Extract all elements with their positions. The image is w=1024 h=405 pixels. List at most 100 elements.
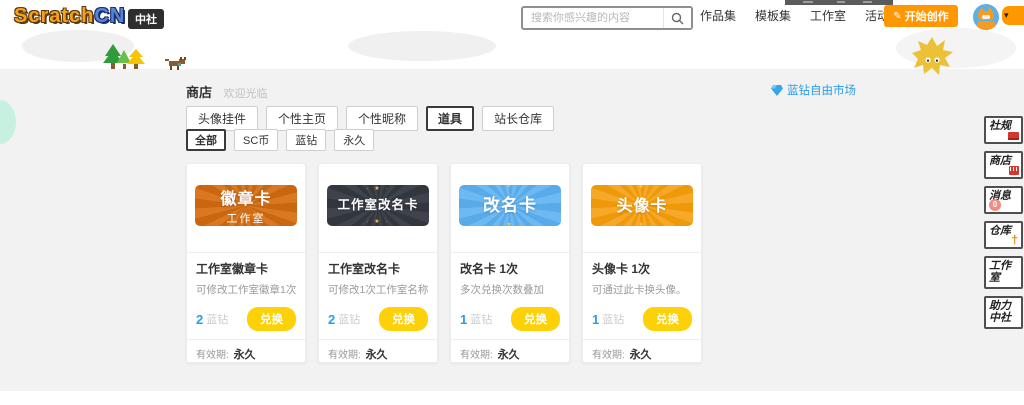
price-row: 2 蓝钻 兑换 [187, 307, 305, 331]
sidebar-item-shop[interactable]: 商店 [984, 151, 1023, 179]
stars-decoration [631, 222, 654, 227]
redeem-button[interactable]: 兑换 [379, 307, 428, 331]
footer-strip [0, 391, 1024, 405]
search-input[interactable] [523, 12, 663, 24]
product-image-title: 头像卡 [616, 197, 668, 215]
price-value: 2 [328, 311, 336, 327]
cat-muzzle [982, 15, 990, 19]
price-currency: 蓝钻 [602, 314, 625, 326]
price-currency: 蓝钻 [338, 314, 361, 326]
top-navigation: 作品集 模板集 工作室 活动 [700, 4, 889, 26]
main-content: 商店 欢迎光临 蓝钻自由市场 头像挂件 个性主页 个性昵称 道具 站长仓库 全部… [0, 69, 1024, 391]
price-row: 1 蓝钻 兑换 [451, 307, 569, 331]
product-title: 头像卡 1次 [592, 262, 651, 276]
product-card: 徽章卡 工作室 工作室徽章卡 可修改工作室徽章1次 2 蓝钻 兑换 有效期: 永… [186, 163, 306, 363]
validity-row: 有效期: 永久 [187, 339, 305, 362]
stars-decoration [499, 222, 522, 226]
sidebar-item-label: 仓库 [989, 225, 1011, 237]
logo-badge: 中社 [128, 9, 164, 29]
cloud-decoration [348, 31, 496, 61]
message-count-badge: 0 [989, 199, 1001, 211]
search-button[interactable] [663, 8, 691, 28]
nav-item-portfolio[interactable]: 作品集 [700, 7, 736, 24]
diamond-icon [771, 84, 783, 96]
product-image[interactable]: 工作室改名卡 [327, 185, 429, 226]
search-icon [671, 12, 684, 24]
filter-all[interactable]: 全部 [186, 129, 226, 151]
product-grid: 徽章卡 工作室 工作室徽章卡 可修改工作室徽章1次 2 蓝钻 兑换 有效期: 永… [186, 163, 702, 363]
nav-item-templates[interactable]: 模板集 [755, 7, 791, 24]
key-icon [1011, 234, 1018, 246]
search-box [521, 6, 693, 30]
product-title: 工作室改名卡 [328, 262, 401, 276]
product-card: 头像卡 头像卡 1次 可通过此卡换头像。 1 蓝钻 兑换 有效期: 永久 [582, 163, 702, 363]
trees-decoration [103, 44, 145, 69]
sidebar-item-studio[interactable]: 工作室 [984, 256, 1023, 289]
redeem-button[interactable]: 兑换 [643, 307, 692, 331]
stars-decoration [631, 185, 654, 190]
dropdown-sliver-decoration [785, 0, 893, 5]
gobo-mascot [912, 37, 953, 75]
tab-props[interactable]: 道具 [426, 106, 475, 131]
shop-header: 商店 欢迎光临 [186, 82, 267, 102]
stars-decoration [367, 186, 390, 192]
product-title: 工作室徽章卡 [196, 262, 269, 276]
blue-diamond-market-link[interactable]: 蓝钻自由市场 [771, 82, 856, 98]
sidebar-item-warehouse[interactable]: 仓库 [984, 221, 1023, 249]
tab-admin-warehouse[interactable]: 站长仓库 [482, 106, 555, 131]
validity-label: 有效期: [460, 350, 493, 361]
category-tabs: 头像挂件 个性主页 个性昵称 道具 站长仓库 [186, 106, 555, 131]
tab-profile-page[interactable]: 个性主页 [266, 106, 339, 131]
product-image[interactable]: 改名卡 [459, 185, 561, 226]
product-card: 工作室改名卡 工作室改名卡 可修改1次工作室名称 2 蓝钻 兑换 有效期: 永久 [318, 163, 438, 363]
product-description: 多次兑换次数叠加 [460, 284, 544, 296]
sidebar-item-rules[interactable]: 社规 [984, 116, 1023, 144]
sidebar-item-label: 助力中社 [989, 300, 1011, 324]
product-image[interactable]: 头像卡 [591, 185, 693, 226]
filter-permanent[interactable]: 永久 [334, 129, 375, 151]
tab-avatar-pendant[interactable]: 头像挂件 [186, 106, 259, 131]
market-link-label: 蓝钻自由市场 [787, 85, 856, 97]
validity-label: 有效期: [328, 350, 361, 361]
validity-value: 永久 [233, 349, 256, 361]
cat-body [977, 21, 995, 30]
product-image-subtitle: 工作室 [226, 213, 266, 225]
start-creating-button[interactable]: ✎ 开始创作 [884, 5, 958, 27]
validity-row: 有效期: 永久 [319, 339, 437, 362]
validity-value: 永久 [629, 349, 652, 361]
dog-decoration [165, 57, 186, 70]
filter-sc-coin[interactable]: SC币 [234, 129, 279, 151]
stars-decoration [499, 185, 522, 189]
validity-row: 有效期: 永久 [583, 339, 701, 362]
nav-item-studios[interactable]: 工作室 [810, 7, 846, 24]
sidebar-item-messages[interactable]: 消息 0 [984, 186, 1023, 214]
filter-tabs: 全部 SC币 蓝钻 永久 [186, 129, 375, 151]
product-info: 工作室徽章卡 可修改工作室徽章1次 [187, 252, 305, 297]
tab-nickname[interactable]: 个性昵称 [346, 106, 419, 131]
stars-decoration [367, 219, 390, 225]
chevron-down-icon[interactable]: ▾ [1004, 10, 1009, 21]
sidebar-item-support[interactable]: 助力中社 [984, 296, 1023, 329]
price-currency: 蓝钻 [470, 314, 493, 326]
validity-value: 永久 [497, 349, 520, 361]
page: ScratchCN 中社 搜索你感兴趣的内容 作品集 模板集 工作室 活动 ✎ … [0, 0, 1024, 405]
product-image[interactable]: 徽章卡 工作室 [195, 185, 297, 226]
user-avatar[interactable] [973, 4, 999, 30]
redeem-button[interactable]: 兑换 [511, 307, 560, 331]
product-info: 工作室改名卡 可修改1次工作室名称 [319, 252, 437, 297]
validity-label: 有效期: [592, 350, 625, 361]
page-title: 商店 [186, 85, 213, 100]
price-row: 1 蓝钻 兑换 [583, 307, 701, 331]
tv-icon [1008, 132, 1019, 140]
side-quick-menu: 社规 商店 消息 0 仓库 工作室 助力中社 [984, 116, 1023, 336]
redeem-button[interactable]: 兑换 [247, 307, 296, 331]
product-image-title: 工作室改名卡 [337, 198, 419, 212]
validity-value: 永久 [365, 349, 388, 361]
start-creating-label: 开始创作 [904, 11, 949, 23]
product-title: 改名卡 1次 [460, 262, 519, 276]
site-logo[interactable]: ScratchCN [14, 5, 125, 28]
floating-widget[interactable] [0, 100, 16, 144]
product-info: 头像卡 1次 可通过此卡换头像。 [583, 252, 701, 297]
filter-blue-diamond[interactable]: 蓝钻 [286, 129, 327, 151]
product-description: 可修改工作室徽章1次 [196, 284, 297, 296]
